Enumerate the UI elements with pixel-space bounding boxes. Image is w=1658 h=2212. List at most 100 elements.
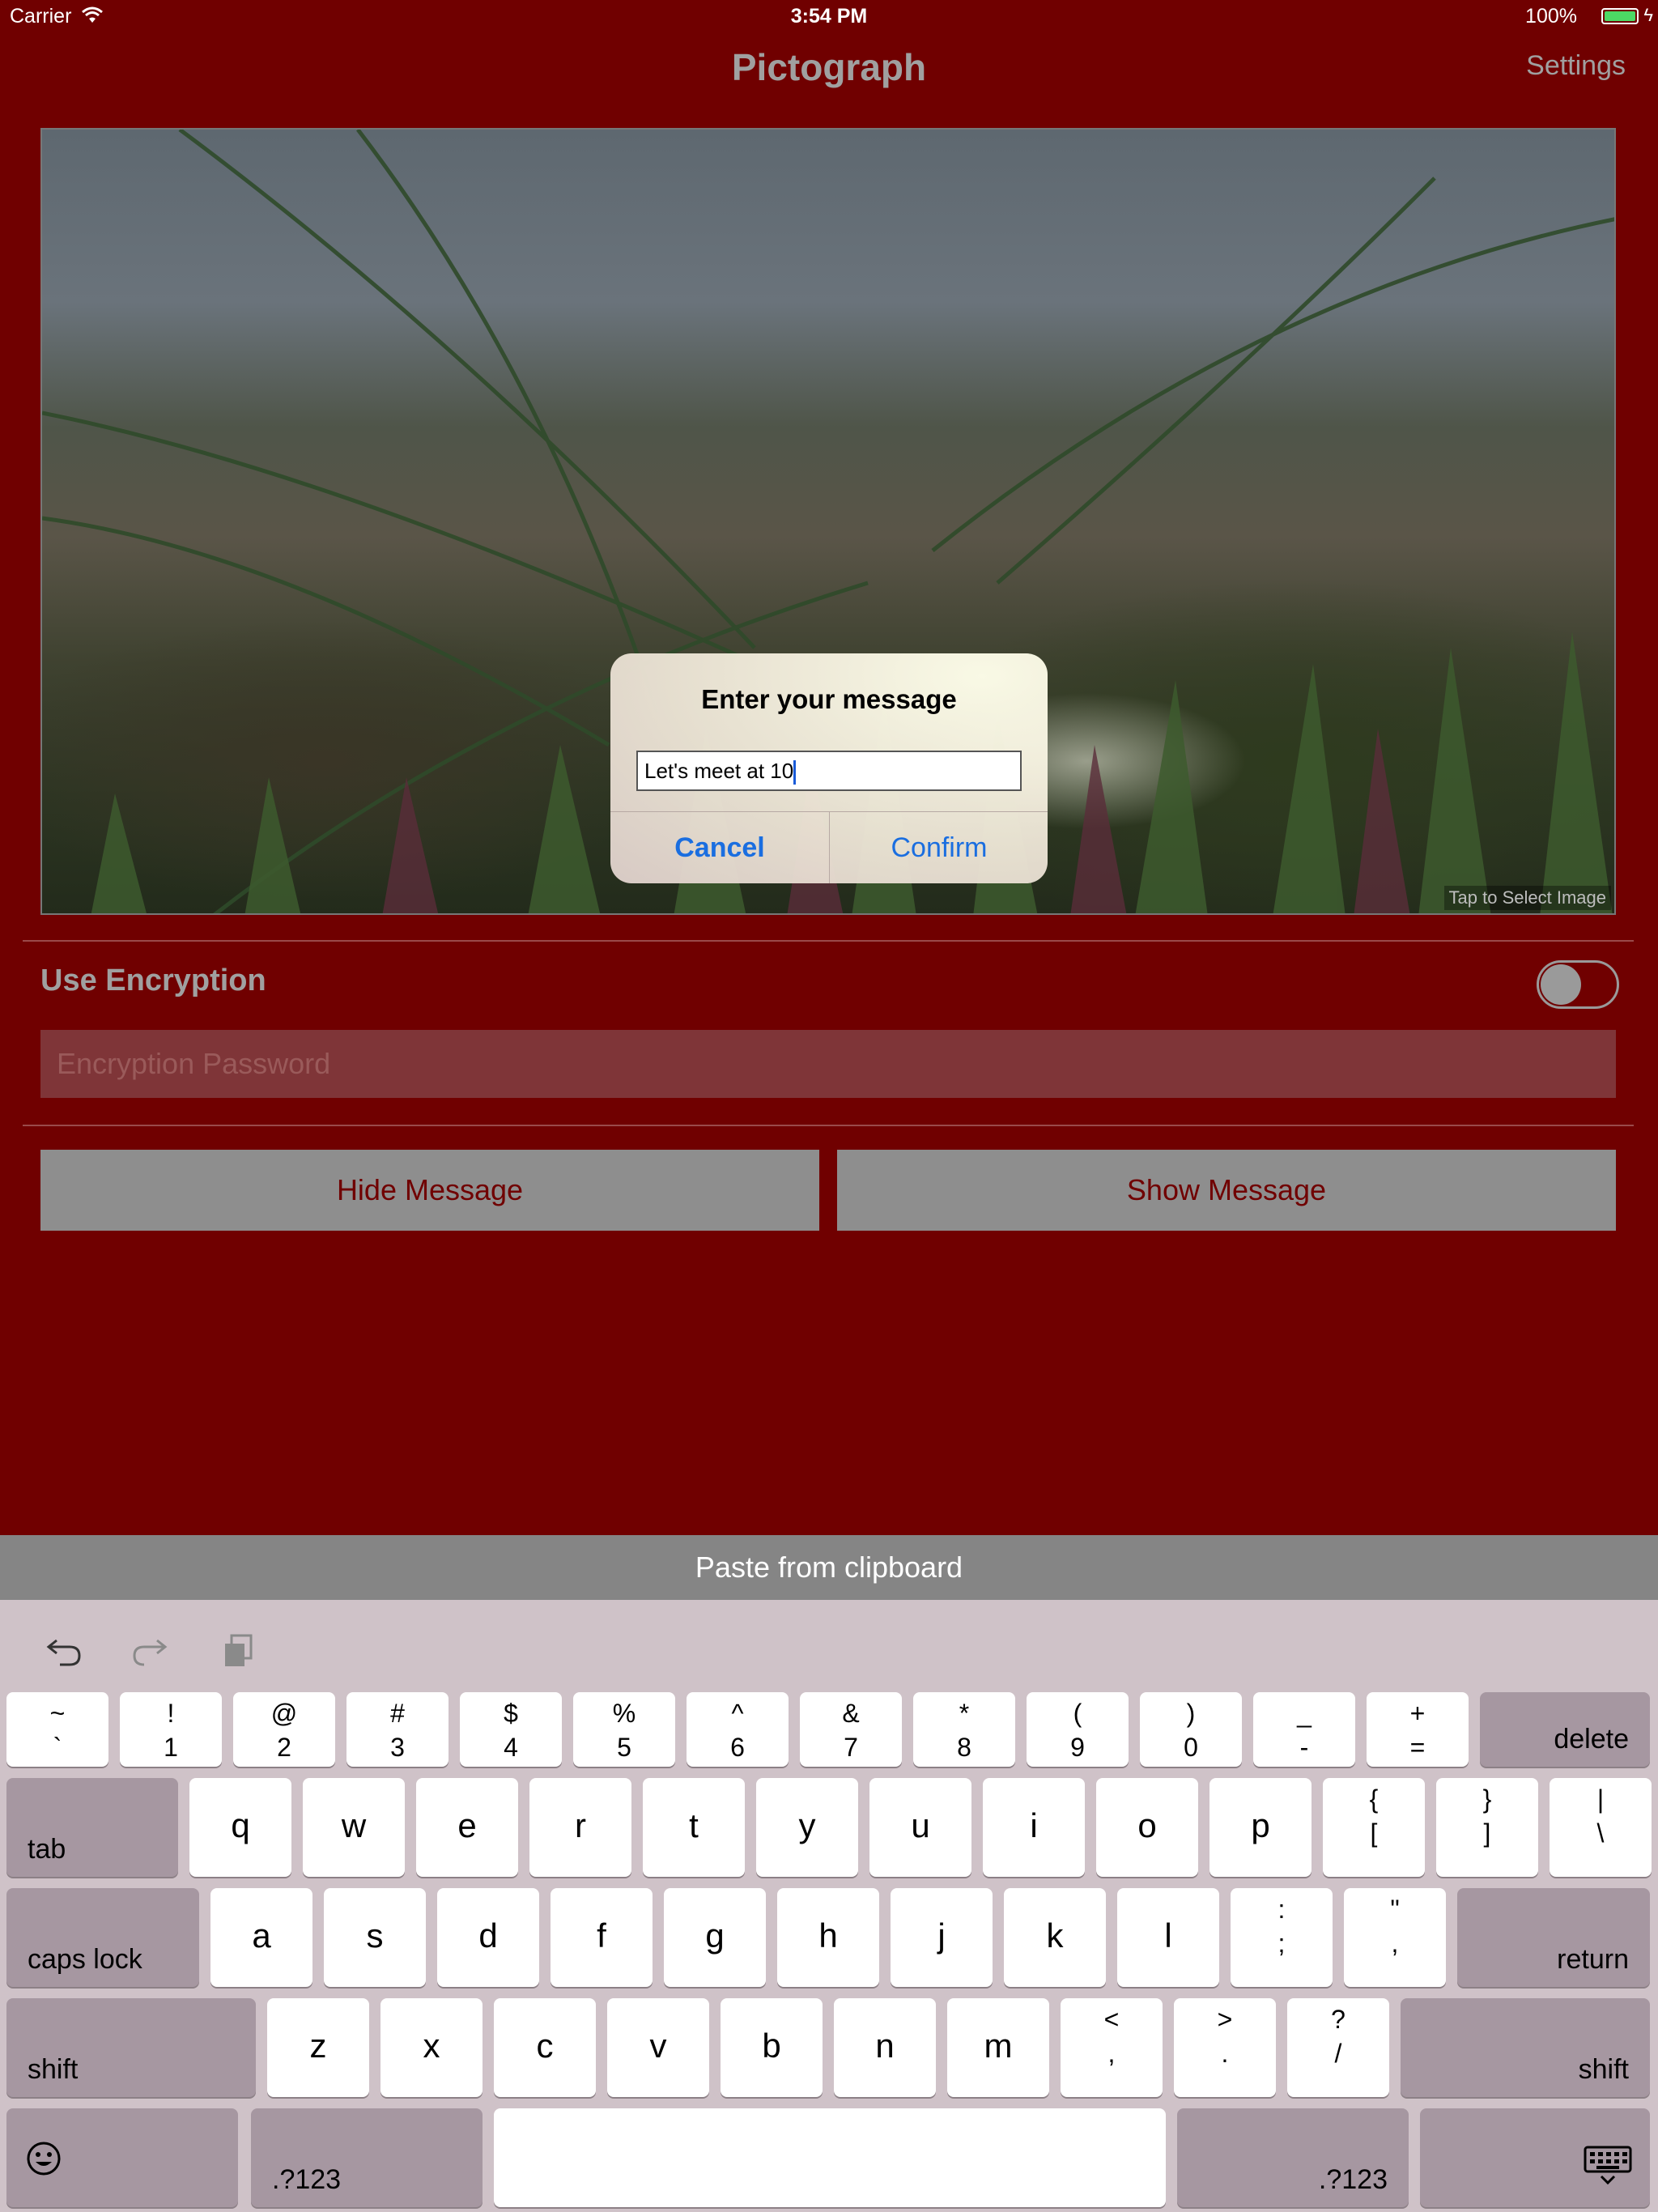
numbers-right-key[interactable]: .?123 xyxy=(1177,2108,1409,2207)
key-k[interactable]: k xyxy=(1004,1888,1106,1987)
key-q[interactable]: q xyxy=(189,1778,291,1877)
key-char: , xyxy=(1107,2039,1116,2068)
key-char: o xyxy=(1137,1806,1157,1844)
key-0[interactable]: ) 0 xyxy=(1140,1692,1242,1767)
shift-right-key[interactable]: shift xyxy=(1401,1998,1650,2097)
key-n[interactable]: n xyxy=(834,1998,936,2097)
key-2[interactable]: @2 xyxy=(233,1692,335,1767)
message-input[interactable]: Let's meet at 10 xyxy=(636,751,1022,791)
key-symbol[interactable]: :; xyxy=(1231,1888,1333,1987)
emoji-key[interactable] xyxy=(6,2108,238,2207)
show-message-button[interactable]: Show Message xyxy=(837,1150,1616,1231)
key-label: shift xyxy=(1578,2054,1629,2085)
key-symbol[interactable]: {[ xyxy=(1323,1778,1425,1877)
key-f[interactable]: f xyxy=(551,1888,653,1987)
key-char: . xyxy=(1221,2039,1229,2068)
key-char: f xyxy=(597,1916,606,1955)
paste-icon[interactable] xyxy=(222,1634,254,1676)
key-a[interactable]: a xyxy=(210,1888,312,1987)
key-z[interactable]: z xyxy=(267,1998,369,2097)
key-shift-char: & xyxy=(842,1699,860,1728)
key-u[interactable]: u xyxy=(869,1778,971,1877)
key-shift-char: + xyxy=(1409,1699,1426,1728)
key-l[interactable]: l xyxy=(1117,1888,1219,1987)
key-5[interactable]: % 5 xyxy=(573,1692,675,1767)
key-symbol[interactable]: ? / xyxy=(1287,1998,1389,2097)
dismiss-keyboard-key[interactable] xyxy=(1420,2108,1650,2207)
key-symbol[interactable]: >. xyxy=(1174,1998,1276,2097)
key-symbol[interactable]: }] xyxy=(1436,1778,1538,1877)
cancel-button[interactable]: Cancel xyxy=(610,812,829,883)
key-j[interactable]: j xyxy=(891,1888,993,1987)
undo-icon[interactable] xyxy=(45,1634,83,1674)
key-char: k xyxy=(1046,1916,1064,1955)
key-b[interactable]: b xyxy=(721,1998,823,2097)
key-s[interactable]: s xyxy=(324,1888,426,1987)
key-1[interactable]: ! 1 xyxy=(120,1692,222,1767)
key-symbol[interactable]: <, xyxy=(1061,1998,1163,2097)
key-p[interactable]: p xyxy=(1209,1778,1312,1877)
key-=[interactable]: + = xyxy=(1367,1692,1469,1767)
encryption-password-field[interactable] xyxy=(40,1030,1616,1098)
hide-message-button[interactable]: Hide Message xyxy=(40,1150,819,1231)
key-v[interactable]: v xyxy=(607,1998,709,2097)
keyboard-dismiss-icon xyxy=(1584,2146,1632,2194)
key-e[interactable]: e xyxy=(416,1778,518,1877)
confirm-button[interactable]: Confirm xyxy=(830,812,1048,883)
battery-percent: 100% xyxy=(1525,5,1577,28)
key-char: 2 xyxy=(277,1733,291,1762)
key-char: 6 xyxy=(730,1733,745,1762)
key-symbol[interactable]: | \ xyxy=(1550,1778,1652,1877)
return-key[interactable]: return xyxy=(1457,1888,1650,1987)
redo-icon[interactable] xyxy=(131,1634,168,1674)
caps-lock-key[interactable]: caps lock xyxy=(6,1888,199,1987)
settings-button[interactable]: Settings xyxy=(1526,50,1626,82)
key-char: 9 xyxy=(1070,1733,1085,1762)
key-char: 4 xyxy=(504,1733,518,1762)
numbers-left-key[interactable]: .?123 xyxy=(251,2108,483,2207)
key-g[interactable]: g xyxy=(664,1888,766,1987)
tab-key[interactable]: tab xyxy=(6,1778,178,1877)
key-label: return xyxy=(1557,1944,1629,1975)
key-o[interactable]: o xyxy=(1096,1778,1198,1877)
key-i[interactable]: i xyxy=(983,1778,1085,1877)
key-4[interactable]: $4 xyxy=(460,1692,562,1767)
key-char: i xyxy=(1030,1806,1038,1844)
encryption-toggle[interactable] xyxy=(1537,960,1619,1009)
key-r[interactable]: r xyxy=(529,1778,631,1877)
key-char: m xyxy=(984,2027,1013,2065)
delete-key[interactable]: delete xyxy=(1480,1692,1650,1767)
key-`[interactable]: ~ ` xyxy=(6,1692,108,1767)
key-symbol[interactable]: ", xyxy=(1344,1888,1446,1987)
space-key[interactable] xyxy=(494,2108,1166,2207)
key-6[interactable]: ^ 6 xyxy=(687,1692,789,1767)
paste-from-clipboard-bar[interactable]: Paste from clipboard xyxy=(0,1535,1658,1600)
key-8[interactable]: * 8 xyxy=(913,1692,1015,1767)
key-char: j xyxy=(937,1916,946,1955)
charging-icon: ϟ xyxy=(1643,5,1653,25)
key-7[interactable]: & 7 xyxy=(800,1692,902,1767)
key-shift-char: ? xyxy=(1331,2005,1346,2034)
key-m[interactable]: m xyxy=(947,1998,1049,2097)
key-3[interactable]: #3 xyxy=(346,1692,449,1767)
key-char: / xyxy=(1334,2039,1342,2068)
divider xyxy=(23,940,1634,942)
key--[interactable]: _ - xyxy=(1253,1692,1355,1767)
shift-left-key[interactable]: shift xyxy=(6,1998,256,2097)
key-t[interactable]: t xyxy=(643,1778,745,1877)
key-shift-char: ) xyxy=(1186,1699,1196,1728)
key-c[interactable]: c xyxy=(494,1998,596,2097)
key-char: - xyxy=(1299,1733,1309,1762)
key-9[interactable]: (9 xyxy=(1027,1692,1129,1767)
key-char: l xyxy=(1164,1916,1172,1955)
use-encryption-label: Use Encryption xyxy=(40,963,266,998)
key-y[interactable]: y xyxy=(756,1778,858,1877)
key-d[interactable]: d xyxy=(437,1888,539,1987)
key-char: d xyxy=(478,1916,498,1955)
key-w[interactable]: w xyxy=(303,1778,405,1877)
key-char: x xyxy=(423,2027,440,2065)
key-char: 0 xyxy=(1184,1733,1198,1762)
key-h[interactable]: h xyxy=(777,1888,879,1987)
key-x[interactable]: x xyxy=(380,1998,483,2097)
key-char: , xyxy=(1391,1929,1399,1958)
